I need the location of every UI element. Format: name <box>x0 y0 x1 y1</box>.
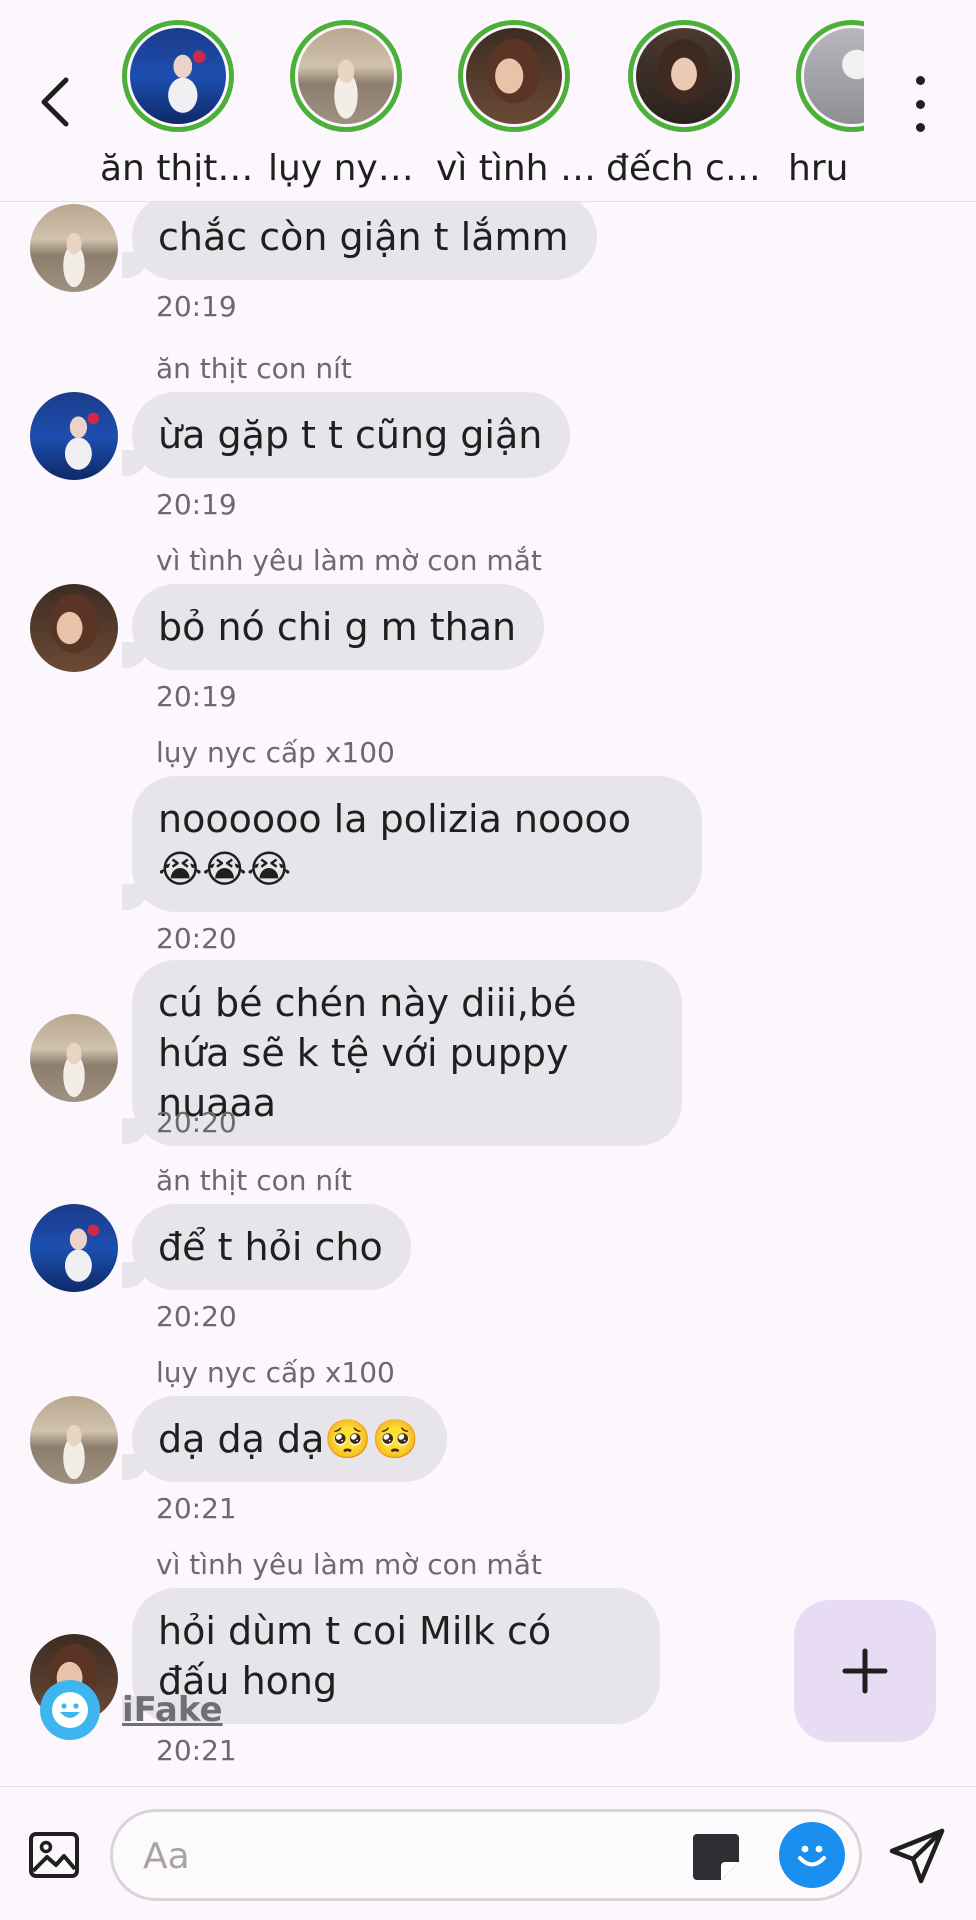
story-strip[interactable]: ăn thịt con nít lụy nyc cấp x100 vì tình… <box>100 0 864 202</box>
avatar <box>466 28 562 124</box>
story-ring <box>458 20 570 132</box>
message-input-wrapper <box>110 1809 862 1901</box>
story-name: hru <box>788 148 849 189</box>
message-bubble[interactable]: để t hỏi cho <box>122 1204 411 1290</box>
sticker-button[interactable] <box>689 1830 743 1884</box>
avatar[interactable] <box>30 1396 118 1484</box>
message-bubble[interactable]: bỏ nó chi g m than <box>121 584 545 670</box>
back-button[interactable] <box>26 66 82 138</box>
message-time: 20:20 <box>156 1300 237 1333</box>
avatar[interactable] <box>30 1014 118 1102</box>
message-time: 20:19 <box>156 680 237 713</box>
message-bubble[interactable]: chắc còn giận t lắmm <box>122 202 597 280</box>
message-bubble[interactable]: noooooo la polizia noooo😭😭😭 <box>122 776 702 912</box>
avatar[interactable] <box>30 204 118 292</box>
avatar[interactable] <box>30 392 118 480</box>
message-composer <box>0 1786 976 1920</box>
story-item[interactable]: hru <box>774 20 864 200</box>
sender-name: vì tình yêu làm mờ con mắt <box>156 1548 542 1581</box>
story-item[interactable]: đếch cần <box>606 20 766 200</box>
avatar <box>298 28 394 124</box>
add-button[interactable] <box>794 1600 936 1742</box>
avatar <box>636 28 732 124</box>
message-input[interactable] <box>143 1826 663 1886</box>
story-name: lụy nyc cấp x100 <box>268 148 428 189</box>
image-icon <box>29 1832 79 1878</box>
watermark: iFake <box>40 1680 223 1740</box>
message-time: 20:20 <box>156 1106 237 1139</box>
sender-name: ăn thịt con nít <box>156 352 352 385</box>
emoji-button[interactable] <box>779 1822 845 1888</box>
story-item[interactable]: vì tình yêu làm mờ con mắt <box>436 20 596 200</box>
sender-name: ăn thịt con nít <box>156 1164 352 1197</box>
message-thread[interactable]: chắc còn giận t lắmm 20:19 ăn thịt con n… <box>0 202 976 1786</box>
avatar <box>804 28 864 124</box>
sender-name: vì tình yêu làm mờ con mắt <box>156 544 542 577</box>
sender-name: lụy nyc cấp x100 <box>156 1356 395 1389</box>
avatar[interactable] <box>30 584 118 672</box>
send-icon <box>889 1828 945 1884</box>
message-time: 20:21 <box>156 1492 237 1525</box>
avatar[interactable] <box>30 1204 118 1292</box>
plus-icon <box>842 1648 888 1694</box>
send-button[interactable] <box>886 1825 948 1887</box>
more-options-button[interactable] <box>900 76 940 132</box>
emoji-icon <box>798 1845 826 1867</box>
message-bubble[interactable]: dạ dạ dạ🥺🥺 <box>121 1396 448 1482</box>
story-ring <box>122 20 234 132</box>
story-name: vì tình yêu làm mờ con mắt <box>436 148 596 189</box>
sticker-icon <box>693 1834 739 1880</box>
sender-name: lụy nyc cấp x100 <box>156 736 395 769</box>
chat-screen: ăn thịt con nít lụy nyc cấp x100 vì tình… <box>0 0 976 1920</box>
story-item[interactable]: lụy nyc cấp x100 <box>268 20 428 200</box>
story-item[interactable]: ăn thịt con nít <box>100 20 260 200</box>
more-vertical-icon <box>915 76 925 85</box>
story-ring <box>290 20 402 132</box>
message-bubble[interactable]: ừa gặp t t cũng giận <box>121 392 571 478</box>
story-ring <box>796 20 864 132</box>
watermark-text: iFake <box>122 1690 223 1730</box>
story-name: ăn thịt con nít <box>100 148 260 189</box>
avatar <box>130 28 226 124</box>
story-ring <box>628 20 740 132</box>
smiley-icon <box>40 1680 100 1740</box>
message-time: 20:19 <box>156 488 237 521</box>
message-time: 20:19 <box>156 290 237 323</box>
chat-header: ăn thịt con nít lụy nyc cấp x100 vì tình… <box>0 0 976 202</box>
message-time: 20:20 <box>156 922 237 955</box>
gallery-button[interactable] <box>28 1829 80 1881</box>
chevron-left-icon <box>41 77 69 127</box>
story-name: đếch cần <box>606 148 766 189</box>
